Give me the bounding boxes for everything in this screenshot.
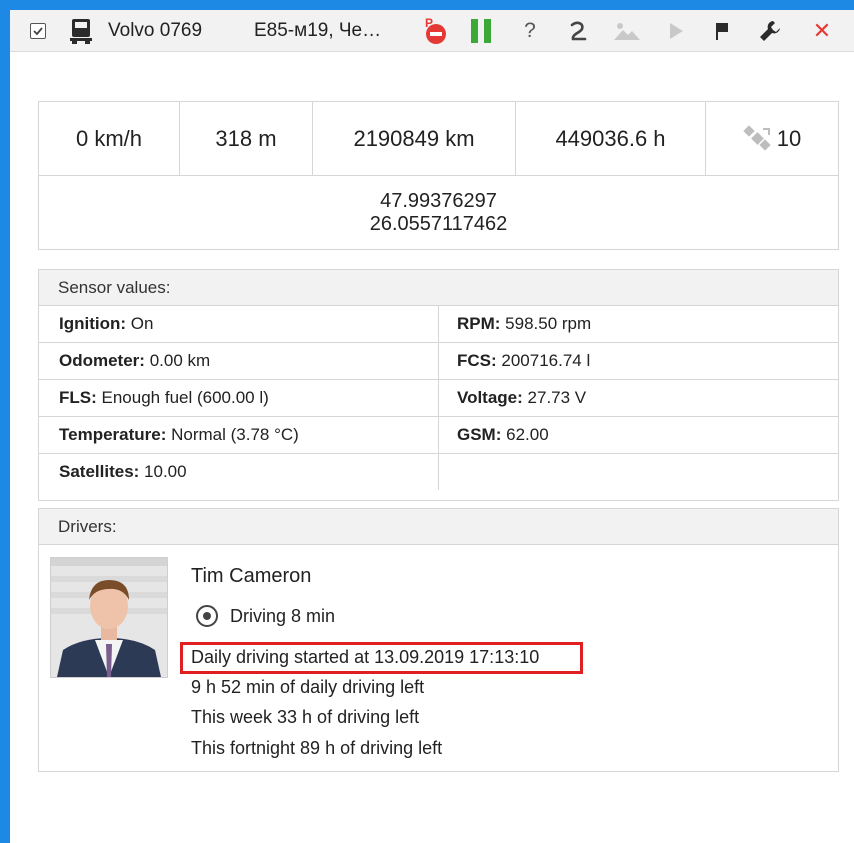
truck-icon (68, 10, 94, 52)
satellite-icon (743, 125, 773, 153)
flag-icon[interactable] (710, 10, 734, 52)
close-icon[interactable]: ✕ (808, 10, 836, 52)
sensor-ignition: Ignition: On (39, 306, 439, 342)
engine-hours-value: 449036.6 h (516, 102, 706, 176)
mileage-value: 2190849 km (313, 102, 516, 176)
speed-value: 0 km/h (39, 102, 180, 176)
select-checkbox[interactable] (28, 10, 48, 52)
sensor-voltage: Voltage: 27.73 V (439, 380, 838, 416)
sensor-satellites: Satellites: 10.00 (39, 454, 439, 490)
sensor-fcs: FCS: 200716.74 l (439, 343, 838, 379)
driving-radio-icon (196, 605, 218, 627)
unit-name[interactable]: Volvo 0769 (108, 10, 202, 52)
sensor-label: Temperature: (59, 425, 167, 444)
stats-row: 0 km/h 318 m 2190849 km 449036.6 h 10 (39, 102, 838, 176)
sensor-label: RPM: (457, 314, 501, 333)
drivers-section: Drivers: Tim Cameron Driving 8 min Daily (38, 508, 839, 772)
pause-icon[interactable] (466, 10, 496, 52)
latitude-value: 47.99376297 (380, 190, 497, 212)
sensor-odometer: Odometer: 0.00 km (39, 343, 439, 379)
sensor-value: 598.50 rpm (500, 314, 592, 333)
sensor-row: FLS: Enough fuel (600.00 l) Voltage: 27.… (39, 380, 838, 417)
fortnight-driving-left: This fortnight 89 h of driving left (191, 738, 443, 758)
sensor-temperature: Temperature: Normal (3.78 °C) (39, 417, 439, 453)
sensor-value: 200716.74 l (496, 351, 591, 370)
sensor-empty (439, 454, 838, 490)
sensor-label: GSM: (457, 425, 502, 444)
sensor-row: Temperature: Normal (3.78 °C) GSM: 62.00 (39, 417, 838, 454)
sensor-label: Ignition: (59, 314, 127, 333)
sensor-row: Satellites: 10.00 (39, 454, 838, 491)
drivers-title: Drivers: (39, 509, 838, 545)
sensor-value: 62.00 (501, 425, 549, 444)
sensor-label: FLS: (59, 388, 97, 407)
driving-status-text: Driving 8 min (230, 605, 336, 626)
sensor-value: On (126, 314, 154, 333)
sensor-gsm: GSM: 62.00 (439, 417, 838, 453)
checkbox-icon (30, 23, 46, 39)
unit-address: E85-м19, Че… (254, 20, 382, 41)
sensor-label: Voltage: (457, 388, 523, 407)
parking-forbidden-icon[interactable]: P (418, 10, 452, 52)
toolbar: Volvo 0769 E85-м19, Че… P ? ✕ (10, 10, 854, 52)
driver-name[interactable]: Tim Cameron (191, 565, 311, 588)
help-glyph: ? (524, 19, 536, 42)
play-icon[interactable] (664, 10, 688, 52)
coordinates[interactable]: 47.99376297 26.0557117462 (39, 176, 838, 250)
driving-status: Driving 8 min (196, 605, 335, 627)
photo-icon[interactable] (612, 10, 642, 52)
satellites-count: 10 (776, 126, 802, 151)
week-driving-left: This week 33 h of driving left (191, 707, 420, 727)
sensor-label: Satellites: (59, 462, 140, 481)
sensor-fls: FLS: Enough fuel (600.00 l) (39, 380, 439, 416)
driver-photo (50, 557, 168, 678)
satellites-stat: 10 (706, 102, 838, 176)
sensor-label: FCS: (457, 351, 497, 370)
sensor-row: Odometer: 0.00 km FCS: 200716.74 l (39, 343, 838, 380)
sensor-rpm: RPM: 598.50 rpm (439, 306, 838, 342)
sensor-row: Ignition: On RPM: 598.50 rpm (39, 306, 838, 343)
help-icon[interactable]: ? (518, 10, 542, 52)
sensor-values-section: Sensor values: Ignition: On RPM: 598.50 … (38, 269, 839, 501)
altitude-value: 318 m (180, 102, 313, 176)
unit-info-panel: Volvo 0769 E85-м19, Че… P ? ✕ 0 km/h 318… (10, 10, 854, 843)
wrench-icon[interactable] (756, 10, 784, 52)
unit-stats-box: 0 km/h 318 m 2190849 km 449036.6 h 10 47… (38, 101, 839, 250)
daily-driving-left: 9 h 52 min of daily driving left (191, 677, 425, 697)
sensor-label: Odometer: (59, 351, 145, 370)
sensor-value: 27.73 V (522, 388, 587, 407)
close-glyph: ✕ (812, 18, 832, 43)
track-icon[interactable] (565, 10, 593, 52)
sensor-value: 10.00 (139, 462, 187, 481)
sensor-value: Normal (3.78 °C) (166, 425, 299, 444)
sensor-values-title: Sensor values: (39, 270, 838, 306)
longitude-value: 26.0557117462 (369, 213, 508, 235)
sensor-value: Enough fuel (600.00 l) (96, 388, 269, 407)
sensor-value: 0.00 km (144, 351, 211, 370)
daily-driving-started: Daily driving started at 13.09.2019 17:1… (191, 647, 540, 667)
